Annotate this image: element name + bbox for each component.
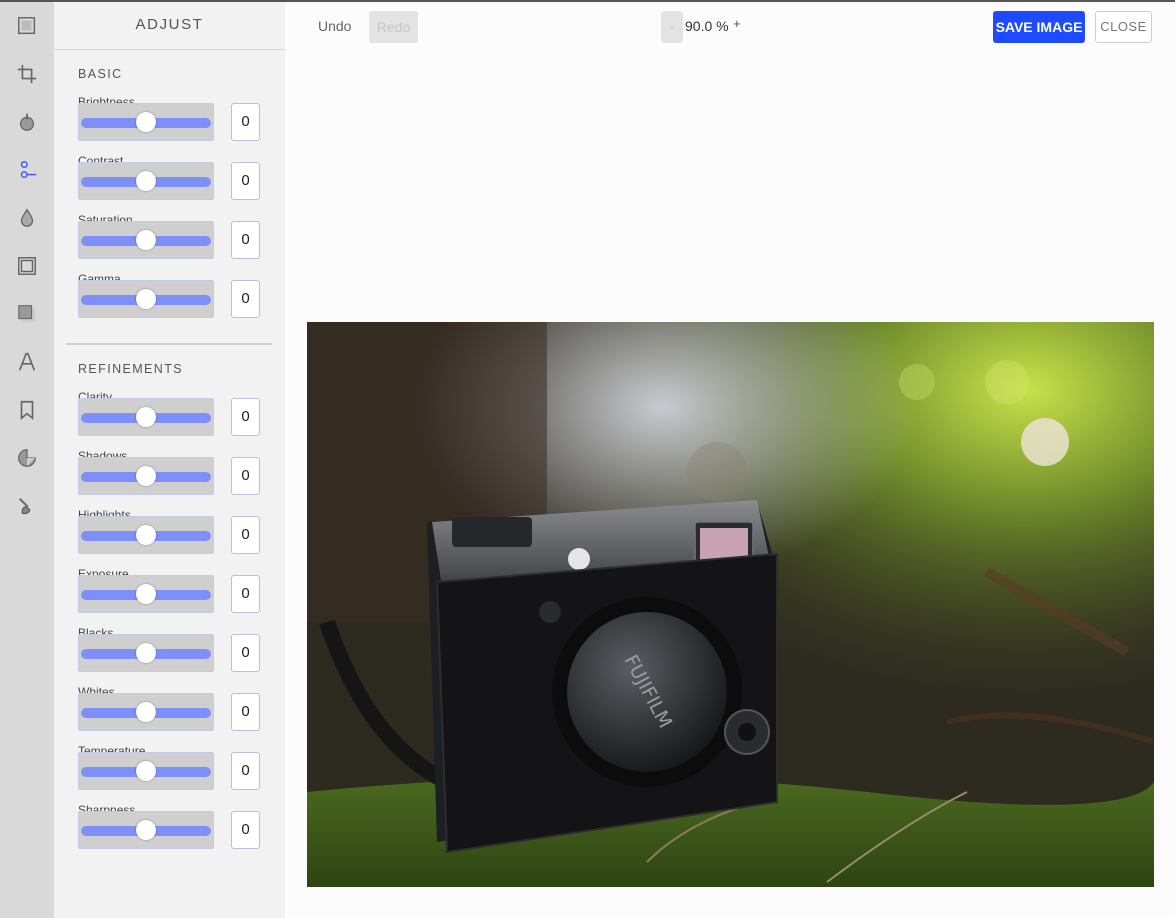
contrast-value[interactable]: 0	[231, 162, 260, 200]
close-button[interactable]: CLOSE	[1095, 11, 1152, 43]
photo-canvas[interactable]: FUJIFILM	[307, 322, 1154, 887]
text-icon	[18, 352, 36, 371]
crop-icon	[17, 64, 37, 84]
saturation-slider-thumb[interactable]	[136, 230, 156, 250]
brush-icon	[18, 497, 31, 515]
brightness-slider-thumb[interactable]	[136, 112, 156, 132]
redo-button[interactable]: Redo	[369, 11, 418, 43]
temperature-slider-thumb[interactable]	[136, 761, 156, 781]
window-top-border	[0, 0, 1175, 2]
whites-value[interactable]: 0	[231, 693, 260, 731]
rail-crop-button[interactable]	[12, 59, 42, 89]
clarity-value[interactable]: 0	[231, 398, 260, 436]
save-image-button[interactable]: SAVE IMAGE	[993, 11, 1085, 43]
rail-frame-button[interactable]	[12, 251, 42, 281]
whites-slider-thumb[interactable]	[136, 702, 156, 722]
adjust-sliders-icon	[20, 161, 37, 179]
blacks-slider-thumb[interactable]	[136, 643, 156, 663]
highlights-value[interactable]: 0	[231, 516, 260, 554]
temperature-value[interactable]: 0	[231, 752, 260, 790]
zoom-out-button[interactable]: -	[661, 11, 683, 43]
zoom-level: 90.0 %	[685, 18, 729, 34]
tool-rail	[0, 2, 54, 918]
rail-filter-button[interactable]	[12, 203, 42, 233]
section-title-refinements: REFINEMENTS	[78, 362, 183, 376]
bookmark-icon	[20, 400, 34, 421]
temperature-slider[interactable]	[78, 752, 214, 790]
highlights-slider-thumb[interactable]	[136, 525, 156, 545]
panel-title: ADJUST	[54, 2, 285, 50]
clarity-slider-thumb[interactable]	[136, 407, 156, 427]
shape-icon	[18, 305, 36, 323]
rail-sticker-button[interactable]	[12, 443, 42, 473]
rail-bookmark-button[interactable]	[12, 395, 42, 425]
brightness-value[interactable]: 0	[231, 103, 260, 141]
section-title-basic: BASIC	[78, 67, 123, 81]
whites-slider[interactable]	[78, 693, 214, 731]
highlights-slider[interactable]	[78, 516, 214, 554]
section-divider	[66, 343, 272, 345]
sticker-icon	[18, 449, 36, 467]
rail-adjust-button[interactable]	[12, 155, 42, 185]
frame-icon	[18, 257, 36, 275]
adjust-panel: ADJUST BASIC Brightness 0 Contrast 0 Sat…	[54, 2, 285, 918]
rail-timer-button[interactable]	[12, 107, 42, 137]
timer-icon	[19, 113, 35, 131]
camera-photo: FUJIFILM	[307, 322, 1154, 887]
clarity-slider[interactable]	[78, 398, 214, 436]
exposure-slider[interactable]	[78, 575, 214, 613]
sharpness-slider[interactable]	[78, 811, 214, 849]
image-icon	[18, 17, 36, 35]
shadows-slider[interactable]	[78, 457, 214, 495]
contrast-slider[interactable]	[78, 162, 214, 200]
saturation-value[interactable]: 0	[231, 221, 260, 259]
blacks-value[interactable]: 0	[231, 634, 260, 672]
drop-icon	[20, 208, 34, 227]
sharpness-slider-thumb[interactable]	[136, 820, 156, 840]
exposure-value[interactable]: 0	[231, 575, 260, 613]
undo-button[interactable]: Undo	[318, 18, 351, 34]
exposure-slider-thumb[interactable]	[136, 584, 156, 604]
gamma-slider[interactable]	[78, 280, 214, 318]
contrast-slider-thumb[interactable]	[136, 171, 156, 191]
blacks-slider[interactable]	[78, 634, 214, 672]
zoom-in-button[interactable]: +	[733, 16, 741, 31]
gamma-value[interactable]: 0	[231, 280, 260, 318]
brightness-slider[interactable]	[78, 103, 214, 141]
rail-shape-button[interactable]	[12, 299, 42, 329]
rail-brush-button[interactable]	[12, 491, 42, 521]
rail-image-button[interactable]	[12, 11, 42, 41]
saturation-slider[interactable]	[78, 221, 214, 259]
sharpness-value[interactable]: 0	[231, 811, 260, 849]
shadows-value[interactable]: 0	[231, 457, 260, 495]
shadows-slider-thumb[interactable]	[136, 466, 156, 486]
rail-text-button[interactable]	[12, 347, 42, 377]
gamma-slider-thumb[interactable]	[136, 289, 156, 309]
